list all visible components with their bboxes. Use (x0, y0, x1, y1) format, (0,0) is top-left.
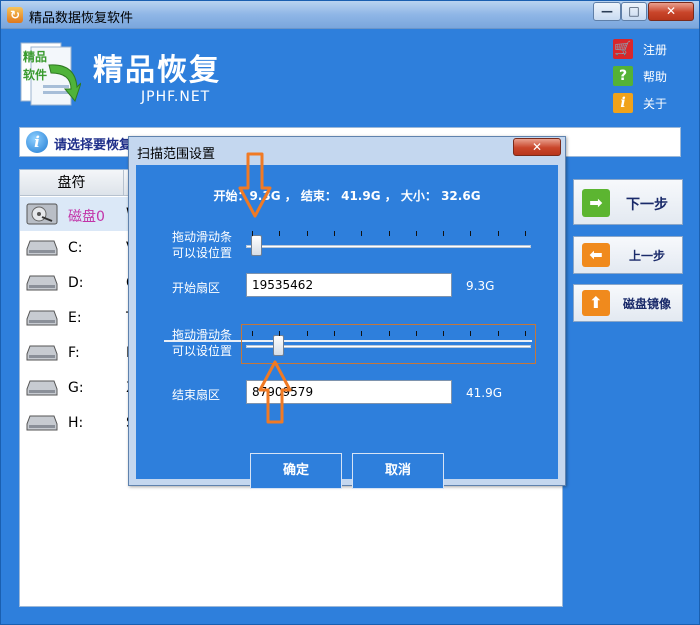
help-link[interactable]: ? 帮助 (613, 66, 673, 86)
slider-tick (525, 231, 526, 236)
slider-track (246, 345, 531, 348)
close-button[interactable]: ✕ (648, 2, 694, 21)
arrow-down-annotation-icon (238, 152, 272, 218)
drive-icon (26, 345, 58, 361)
slider-tick (415, 331, 417, 336)
drive-icon (26, 275, 58, 291)
slider-tick (361, 331, 363, 336)
slider-tick (306, 231, 308, 236)
arrow-up-annotation-icon (258, 360, 292, 424)
slider-tick (497, 231, 499, 236)
title-bar: ↻ 精品数据恢复软件 — □ ✕ (1, 1, 699, 29)
harddisk-icon (26, 203, 58, 225)
slider-tick (388, 331, 390, 336)
maximize-button[interactable]: □ (621, 2, 647, 21)
start-slider-hint: 拖动滑动条 可以设位置 (172, 230, 233, 260)
scan-range-dialog: 扫描范围设置 ✕ 开始：9.3G ， 结束： 41.9G ， 大小： 32.6G… (128, 136, 566, 489)
slider-tick (443, 331, 445, 336)
window-title: 精品数据恢复软件 (29, 11, 134, 26)
cart-icon: 🛒 (613, 39, 633, 59)
slider-thumb[interactable] (273, 335, 284, 356)
slider-tick (279, 231, 281, 236)
slider-track (246, 245, 531, 248)
slider-tick (279, 331, 281, 336)
slider-tick (388, 231, 390, 236)
slider-tick (470, 331, 472, 336)
drive-icon (26, 240, 58, 256)
slider-tick (252, 331, 253, 336)
drive-icon (26, 310, 58, 326)
ok-button[interactable]: 确定 (250, 453, 342, 489)
disk-image-button[interactable]: ⬆ 磁盘镜像 (573, 284, 683, 322)
end-size-value: 41.9G (466, 386, 503, 400)
brand-title: 精品恢复 (93, 53, 221, 88)
cancel-button[interactable]: 取消 (352, 453, 444, 489)
arrow-left-icon: ⬅ (582, 243, 610, 267)
svg-text:软件: 软件 (23, 67, 47, 82)
drive-icon (26, 380, 58, 396)
dialog-title: 扫描范围设置 (137, 147, 216, 162)
brand-subtitle: JPHF.NET (141, 89, 211, 105)
help-icon: ? (613, 66, 633, 86)
slider-tick (497, 331, 499, 336)
slider-thumb[interactable] (251, 235, 262, 256)
end-sector-label: 结束扇区 (172, 388, 221, 402)
slider-tick (252, 231, 253, 236)
arrow-up-icon: ⬆ (582, 290, 610, 316)
slider-tick (361, 231, 363, 236)
about-icon: i (613, 93, 633, 113)
register-link[interactable]: 🛒 注册 (613, 39, 673, 59)
slider-tick (443, 231, 445, 236)
info-icon: i (26, 131, 48, 153)
start-sector-label: 开始扇区 (172, 281, 221, 295)
slider-tick (306, 331, 308, 336)
minimize-button[interactable]: — (593, 2, 621, 21)
dialog-body: 开始：9.3G ， 结束： 41.9G ， 大小： 32.6G 拖动滑动条 可以… (136, 165, 558, 489)
end-range-slider[interactable] (241, 324, 536, 364)
app-icon: ↻ (7, 7, 23, 23)
slider-tick (525, 331, 526, 336)
slider-tick (333, 331, 335, 336)
start-size-value: 9.3G (466, 279, 495, 293)
logo-icon: 精品 软件 (20, 42, 81, 106)
scan-range-summary: 开始：9.3G ， 结束： 41.9G ， 大小： 32.6G (213, 189, 481, 203)
column-drive-letter[interactable]: 盘符 (20, 170, 124, 196)
about-link[interactable]: i 关于 (613, 93, 673, 113)
svg-text:精品: 精品 (23, 49, 47, 64)
next-step-button[interactable]: ➡ 下一步 (573, 179, 683, 225)
dialog-close-button[interactable]: ✕ (513, 138, 561, 156)
previous-step-button[interactable]: ⬅ 上一步 (573, 236, 683, 274)
slider-tick (415, 231, 417, 236)
info-text: 请选择要恢复 (54, 138, 133, 153)
drive-icon (26, 415, 58, 431)
start-range-slider[interactable] (246, 229, 531, 259)
arrow-right-icon: ➡ (582, 189, 610, 217)
start-sector-input[interactable]: 19535462 (246, 273, 452, 297)
end-slider-hint: 拖动滑动条 可以设位置 (172, 328, 233, 358)
slider-tick (333, 231, 335, 236)
slider-tick (470, 231, 472, 236)
